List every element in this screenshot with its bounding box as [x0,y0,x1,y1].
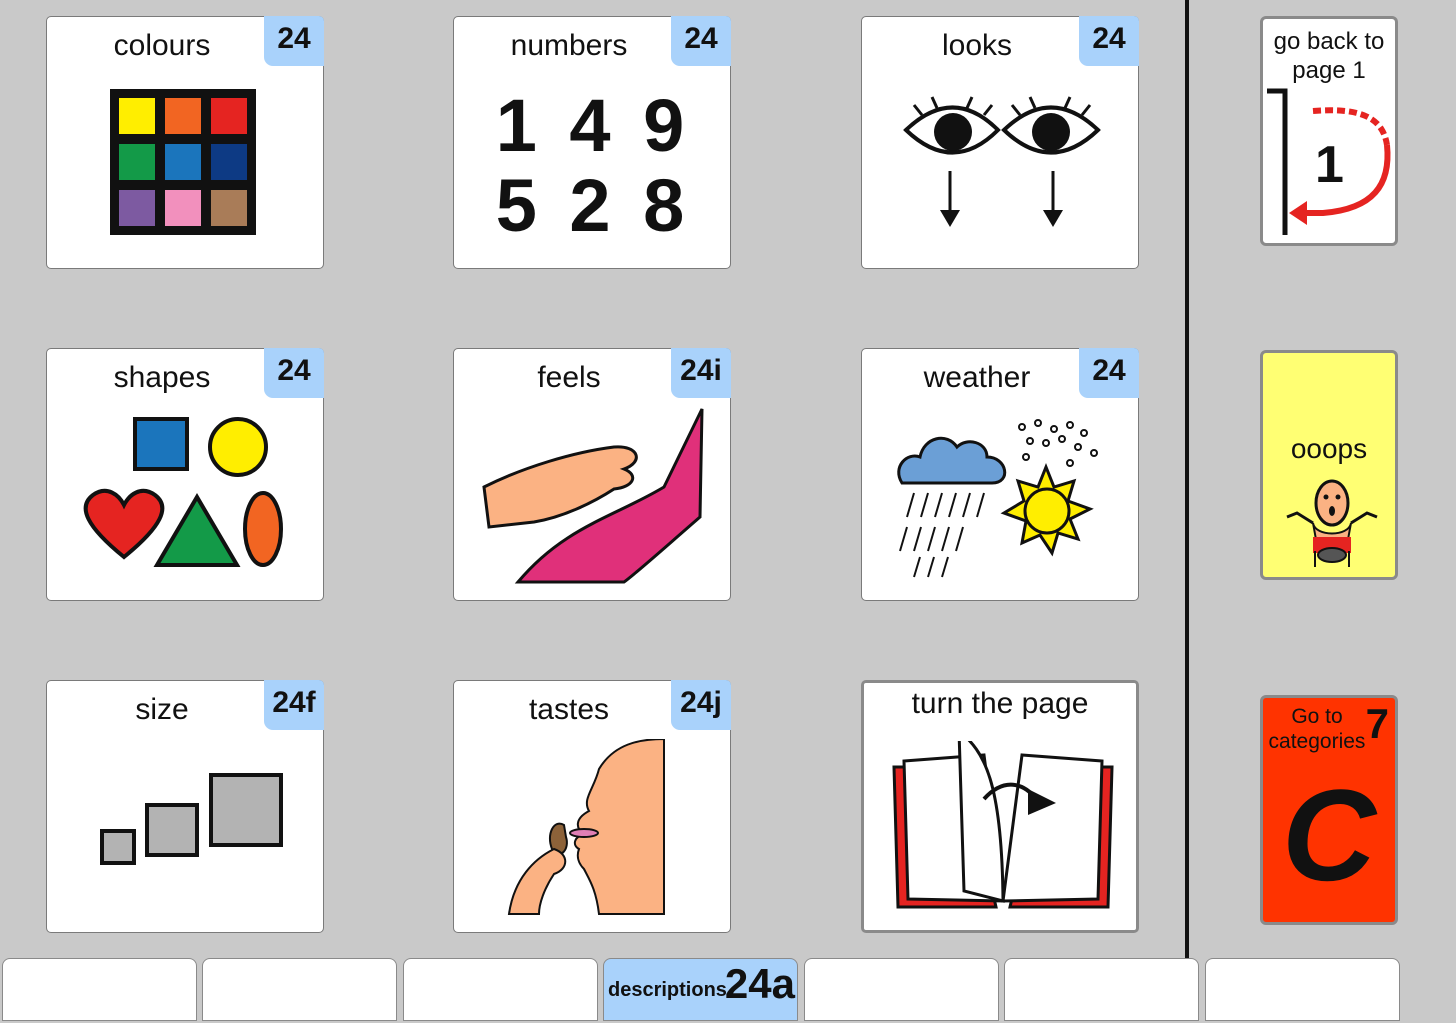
cell-tastes[interactable]: tastes 24j [453,680,731,933]
go-back-page-1-button[interactable]: go back to page 1 1 [1260,16,1398,246]
cell-numbers[interactable]: numbers 24 1 4 9 5 2 8 [453,16,731,269]
cell-feels[interactable]: feels 24i [453,348,731,601]
eyes-looking-icon [903,96,1101,227]
tab-empty-2[interactable] [202,958,397,1021]
hand-feeling-fabric-icon [482,408,704,584]
cell-looks[interactable]: looks 24 [861,16,1139,269]
turn-the-page-button[interactable]: turn the page [861,680,1139,933]
tab-descriptions[interactable]: descriptions 24a [603,958,798,1021]
cell-label: tastes [528,693,610,726]
oops-label: ooops [1290,433,1368,464]
page-number: 1 [1315,136,1344,194]
shapes-icon [83,417,283,567]
categories-letter: C [1282,762,1376,908]
go-back-label: go back to page 1 [1273,28,1385,84]
cell-label: numbers [510,29,628,62]
tab-empty-7[interactable] [1205,958,1400,1021]
tab-empty-5[interactable] [804,958,999,1021]
cell-shapes[interactable]: shapes 24 [46,348,324,601]
tab-empty-1[interactable] [2,958,197,1021]
go-to-categories-button[interactable]: Go to categories 7 C [1260,695,1398,925]
page-badge: 24 [671,16,731,66]
tab-empty-3[interactable] [403,958,598,1021]
tab-page-number: 24a [724,960,795,1007]
tab-empty-6[interactable] [1004,958,1199,1021]
tab-label: descriptions [608,979,727,1001]
cell-weather[interactable]: weather 24 [861,348,1139,601]
cell-size[interactable]: size 24f [46,680,324,933]
cell-label: feels [537,361,601,394]
categories-number: 7 [1365,700,1389,747]
cell-label: weather [923,361,1031,394]
page-badge: 24 [264,16,324,66]
cell-label: colours [113,29,211,62]
cell-colours[interactable]: colours 24 [46,16,324,269]
open-book-icon [892,741,1114,909]
page-badge: 24j [671,680,731,730]
cell-label: shapes [113,361,211,394]
categories-label: Go to categories [1268,705,1366,753]
cell-label: turn the page [911,687,1089,720]
cell-label: looks [941,29,1013,62]
cell-label: size [135,693,189,726]
oops-person-icon [1286,479,1378,567]
page-badge: 24f [264,680,324,730]
colour-grid-icon [110,89,256,235]
numbers-row-1: 1 4 9 [495,84,691,167]
page-badge: 24 [1079,348,1139,398]
sidebar-divider [1185,0,1189,958]
size-squares-icon [100,773,283,865]
weather-icon [897,419,1098,578]
page-badge: 24 [1079,16,1139,66]
person-tasting-icon [507,739,665,915]
page-badge: 24i [671,348,731,398]
numbers-row-2: 5 2 8 [495,164,691,247]
page-badge: 24 [264,348,324,398]
oops-button[interactable]: ooops [1260,350,1398,580]
